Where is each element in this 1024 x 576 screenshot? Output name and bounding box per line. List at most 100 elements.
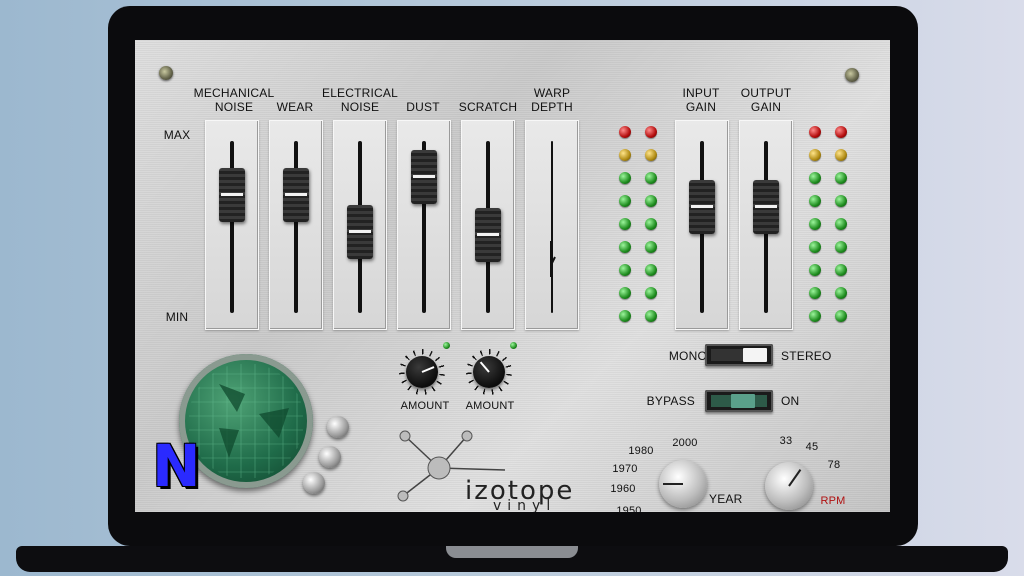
- meter-led: [619, 149, 631, 161]
- ball-button[interactable]: [319, 446, 341, 468]
- fader-label-dust: DUST: [406, 100, 440, 114]
- fader-label-warp-depth: WARP DEPTH: [531, 86, 573, 114]
- meter-led: [645, 149, 657, 161]
- fader-label-input-gain: INPUT GAIN: [682, 86, 720, 114]
- rpm-mark-78: 78: [827, 459, 841, 471]
- rpm-mark-45: 45: [805, 441, 819, 453]
- meter-led: [619, 287, 631, 299]
- switch-thumb: [743, 348, 767, 362]
- meter-led: [809, 218, 821, 230]
- meter-led: [809, 264, 821, 276]
- meter-led: [619, 241, 631, 253]
- year-mark-1980: 1980: [628, 445, 654, 457]
- knob-pointer: [479, 361, 490, 373]
- meter-led: [835, 241, 847, 253]
- year-mark-1970: 1970: [612, 463, 638, 475]
- meter-led: [645, 172, 657, 184]
- fader-label-wear: WEAR: [276, 100, 314, 114]
- meter-led: [619, 264, 631, 276]
- ball-button[interactable]: [327, 416, 349, 438]
- stereo-label: STEREO: [781, 349, 832, 363]
- meter-led: [645, 218, 657, 230]
- mono-stereo-switch[interactable]: [705, 344, 773, 366]
- meter-led: [809, 172, 821, 184]
- fader-input-gain[interactable]: [675, 120, 729, 330]
- year-mark-2000: 2000: [672, 437, 698, 449]
- fader-handle[interactable]: [753, 180, 779, 235]
- amount-label: AMOUNT: [400, 400, 450, 412]
- switch-thumb: [731, 394, 755, 408]
- ball-button[interactable]: [303, 472, 325, 494]
- meter-led: [619, 195, 631, 207]
- fader-mechanical-noise[interactable]: [205, 120, 259, 330]
- year-mark-1960: 1960: [610, 483, 636, 495]
- meter-led: [835, 195, 847, 207]
- meter-led: [835, 149, 847, 161]
- meter-led: [809, 126, 821, 138]
- laptop-notch: [446, 546, 578, 558]
- meter-led: [809, 287, 821, 299]
- fader-wear[interactable]: [269, 120, 323, 330]
- screw-icon: [159, 66, 173, 80]
- input-level-meter: [617, 124, 661, 334]
- meter-led: [835, 264, 847, 276]
- year-mark-1950: 1950: [616, 505, 642, 512]
- meter-led: [835, 126, 847, 138]
- fader-label-mechanical-noise: MECHANICAL NOISE: [193, 86, 275, 114]
- amount-label: AMOUNT: [465, 400, 515, 412]
- meter-led: [645, 287, 657, 299]
- bypass-switch[interactable]: [705, 390, 773, 412]
- output-level-meter: [807, 124, 851, 334]
- fader-handle[interactable]: [689, 180, 715, 235]
- fader-handle[interactable]: [411, 149, 437, 204]
- vinyl-plugin-window: MECHANICAL NOISE WEAR ELECTRICAL NOISE DUS…: [135, 40, 890, 512]
- fader-label-electrical-noise: ELECTRICAL NOISE: [321, 86, 399, 114]
- fader-handle[interactable]: [347, 204, 373, 259]
- amount-knob-1[interactable]: [406, 356, 438, 388]
- meter-led: [809, 241, 821, 253]
- status-led: [443, 342, 450, 349]
- bypass-label: BYPASS: [646, 394, 695, 408]
- year-knob[interactable]: [659, 460, 707, 508]
- rpm-label: RPM: [820, 495, 846, 507]
- meter-led: [645, 126, 657, 138]
- meter-led: [809, 310, 821, 322]
- channel-logo: N: [152, 432, 201, 500]
- fader-label-scratch: SCRATCH: [458, 100, 518, 114]
- meter-led: [619, 126, 631, 138]
- fader-warp-depth[interactable]: [525, 120, 579, 330]
- fader-dust[interactable]: [397, 120, 451, 330]
- knob-pointer: [663, 483, 683, 485]
- meter-led: [645, 310, 657, 322]
- fader-handle[interactable]: [283, 167, 309, 222]
- scale-max-label: MAX: [163, 128, 191, 142]
- amount-knob-2[interactable]: [473, 356, 505, 388]
- meter-led: [619, 218, 631, 230]
- meter-led: [645, 264, 657, 276]
- meter-led: [619, 172, 631, 184]
- scale-min-label: MIN: [165, 310, 189, 324]
- meter-led: [645, 195, 657, 207]
- meter-led: [835, 287, 847, 299]
- fader-scratch[interactable]: [461, 120, 515, 330]
- meter-led: [645, 241, 657, 253]
- fader-label-output-gain: OUTPUT GAIN: [740, 86, 792, 114]
- meter-led: [809, 195, 821, 207]
- status-led: [510, 342, 517, 349]
- mono-label: MONO: [668, 349, 707, 363]
- screw-icon: [845, 68, 859, 82]
- fader-output-gain[interactable]: [739, 120, 793, 330]
- fader-electrical-noise[interactable]: [333, 120, 387, 330]
- knob-pointer: [788, 469, 802, 487]
- on-label: ON: [781, 394, 800, 408]
- fader-handle[interactable]: [219, 167, 245, 222]
- meter-led: [809, 149, 821, 161]
- year-label: YEAR: [709, 492, 743, 506]
- fader-track: [551, 141, 553, 313]
- meter-led: [619, 310, 631, 322]
- fader-handle[interactable]: [475, 207, 501, 262]
- rpm-knob[interactable]: [765, 462, 813, 510]
- meter-led: [835, 172, 847, 184]
- meter-led: [835, 310, 847, 322]
- fader-track: [230, 141, 234, 313]
